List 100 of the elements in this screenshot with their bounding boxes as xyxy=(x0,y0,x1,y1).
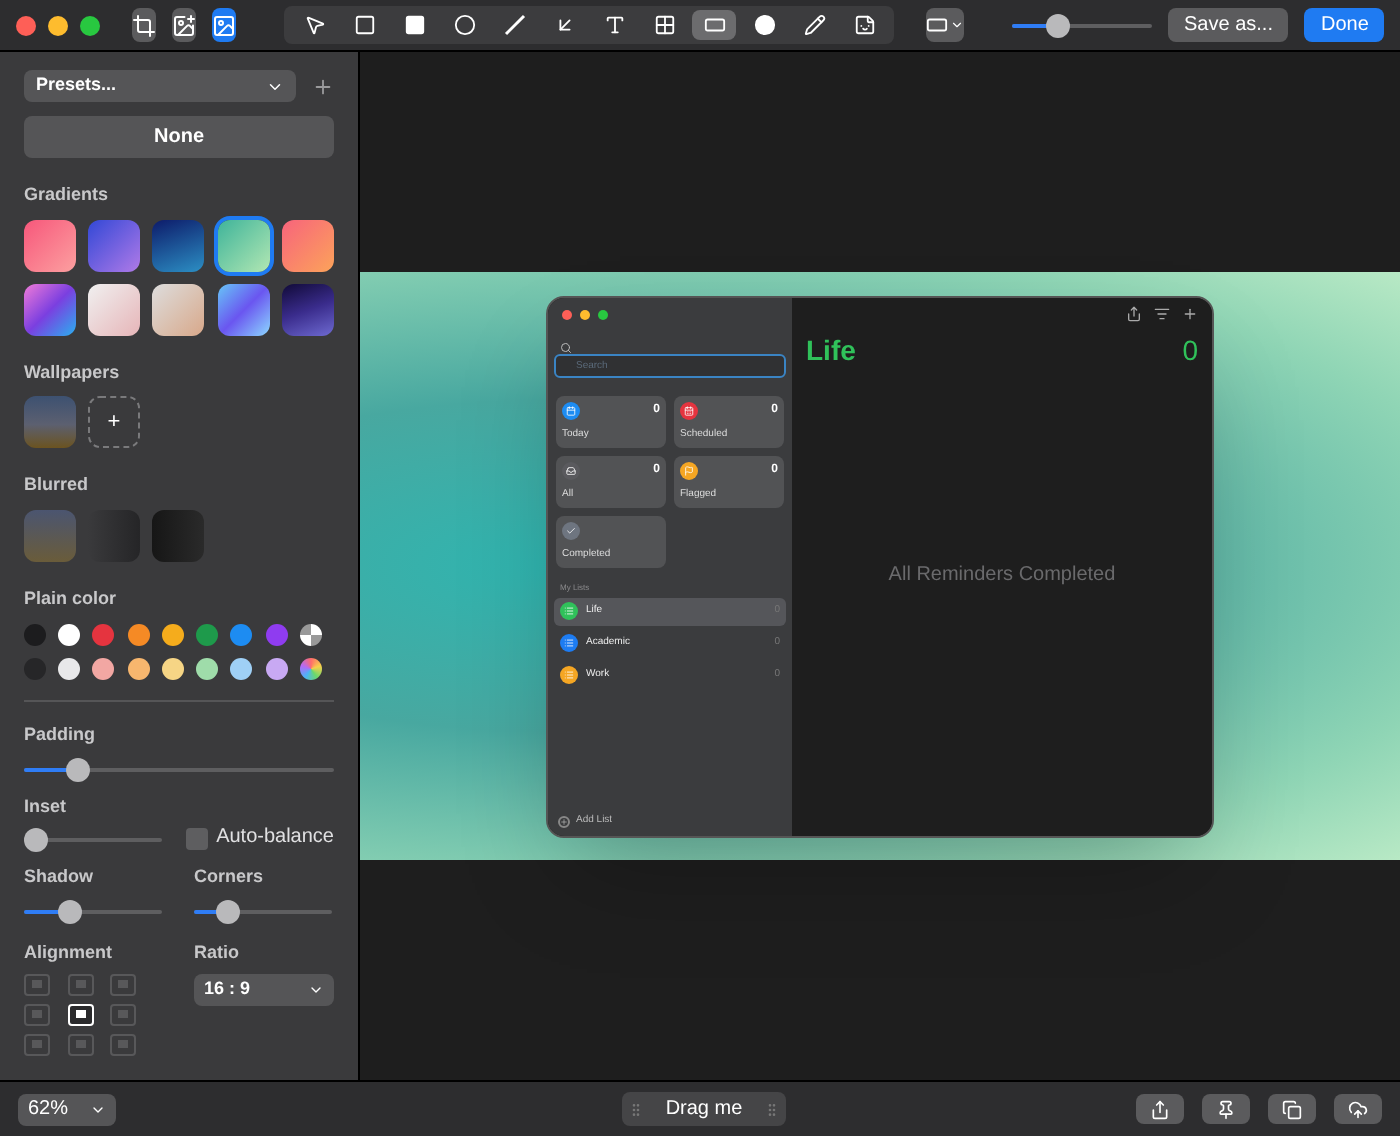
blurred-thumbnail[interactable] xyxy=(24,509,76,561)
slider[interactable] xyxy=(194,899,332,923)
line-icon xyxy=(503,14,525,36)
count: 0 xyxy=(1182,331,1198,369)
section-label: Inset xyxy=(24,793,69,819)
slider[interactable] xyxy=(1012,13,1152,37)
list-icon[interactable] xyxy=(1154,305,1170,321)
wallpaper-thumbnail[interactable] xyxy=(24,396,76,448)
cloud-upload-icon xyxy=(1348,1099,1368,1119)
none-button[interactable]: None xyxy=(24,116,334,158)
presets-dropdown[interactable]: Presets... xyxy=(24,70,296,102)
add-icon[interactable] xyxy=(1182,305,1198,321)
checkbox[interactable] xyxy=(186,828,209,850)
section-label: Ratio xyxy=(194,939,241,965)
color-swatch[interactable] xyxy=(127,658,150,680)
drag-handle[interactable]: Drag me xyxy=(622,1092,786,1126)
list-title: Life xyxy=(806,331,856,369)
add-image-icon xyxy=(172,13,196,37)
grip-icon xyxy=(763,1101,780,1117)
gradient-swatch[interactable] xyxy=(24,219,76,271)
section-label: Alignment xyxy=(24,939,114,966)
checkbox-label: Auto-balance xyxy=(216,824,334,852)
gradient-swatch[interactable] xyxy=(88,283,141,335)
filled-square-icon xyxy=(403,14,425,36)
color-swatch[interactable] xyxy=(230,624,253,646)
slider[interactable] xyxy=(24,828,162,852)
pencil-icon xyxy=(803,14,825,36)
share-icon xyxy=(1150,1099,1170,1119)
color-swatch[interactable] xyxy=(127,624,150,646)
grip-icon xyxy=(628,1101,644,1117)
pin-icon xyxy=(1216,1099,1236,1119)
color-swatch[interactable] xyxy=(265,658,288,680)
color-swatch[interactable] xyxy=(230,658,253,680)
section-label: Blurred xyxy=(24,472,91,498)
action-button[interactable] xyxy=(1268,1094,1316,1124)
circle-icon xyxy=(453,14,475,36)
color-swatch[interactable] xyxy=(92,624,115,646)
color-swatch[interactable] xyxy=(265,624,288,646)
save-button[interactable]: Save as... xyxy=(1168,8,1289,42)
maximize-icon[interactable] xyxy=(598,309,608,319)
zoom-dropdown[interactable]: 62% xyxy=(18,1093,116,1125)
ratio-dropdown[interactable]: 16 : 9 xyxy=(194,974,334,1006)
gradient-swatch[interactable] xyxy=(281,219,334,271)
rectangle-icon xyxy=(703,14,725,36)
minimize-icon[interactable] xyxy=(580,309,590,319)
color-swatch[interactable] xyxy=(299,624,322,646)
copy-icon xyxy=(1282,1099,1302,1119)
image-button[interactable] xyxy=(212,8,236,42)
color-swatch[interactable] xyxy=(161,658,184,680)
gradient-swatch[interactable] xyxy=(152,219,205,271)
color-swatch[interactable] xyxy=(196,658,219,680)
color-swatch[interactable] xyxy=(24,624,46,646)
color-swatch[interactable] xyxy=(299,658,322,680)
gradient-swatch[interactable] xyxy=(152,283,205,335)
add-wallpaper-button[interactable]: + xyxy=(88,396,140,448)
gradient-swatch[interactable] xyxy=(217,219,270,271)
rectangle-icon xyxy=(926,14,948,36)
pointer-icon xyxy=(303,14,325,36)
close-icon[interactable] xyxy=(562,309,572,319)
search-icon xyxy=(560,341,572,353)
section-label: Wallpapers xyxy=(24,359,122,386)
section-label: Padding xyxy=(24,722,97,748)
section-label: Gradients xyxy=(24,182,111,208)
counter-icon xyxy=(753,14,775,36)
section-label: Shadow xyxy=(24,864,96,890)
gradient-swatch[interactable] xyxy=(281,283,334,335)
color-swatch[interactable] xyxy=(92,658,115,680)
gradient-swatch[interactable] xyxy=(24,283,76,335)
maximize-icon[interactable] xyxy=(80,15,100,35)
slider[interactable] xyxy=(24,757,334,781)
add-icon xyxy=(558,815,570,828)
crop-icon xyxy=(132,13,156,37)
section-label: Corners xyxy=(194,864,266,890)
minimize-icon[interactable] xyxy=(48,15,68,35)
grid-icon xyxy=(653,14,675,36)
action-button[interactable] xyxy=(1334,1094,1382,1124)
color-swatch[interactable] xyxy=(58,658,81,680)
gradient-swatch[interactable] xyxy=(217,283,270,335)
shape-dropdown[interactable] xyxy=(926,8,964,42)
text-icon xyxy=(603,14,625,36)
slider[interactable] xyxy=(24,899,162,923)
tool-button[interactable] xyxy=(692,10,736,40)
add-icon[interactable] xyxy=(312,75,334,97)
color-swatch[interactable] xyxy=(161,624,184,646)
close-icon[interactable] xyxy=(16,15,36,35)
arrow-icon xyxy=(553,14,575,36)
done-button[interactable]: Done xyxy=(1304,8,1385,42)
add-image-button[interactable] xyxy=(172,8,196,42)
blurred-thumbnail[interactable] xyxy=(152,509,204,561)
action-button[interactable] xyxy=(1136,1094,1184,1124)
color-swatch[interactable] xyxy=(58,624,81,646)
gradient-swatch[interactable] xyxy=(88,219,141,271)
square-icon xyxy=(353,14,375,36)
color-swatch[interactable] xyxy=(196,624,219,646)
empty-message: All Reminders Completed xyxy=(888,562,1116,590)
crop-button[interactable] xyxy=(132,8,156,42)
sticker-icon xyxy=(853,14,875,36)
share-icon[interactable] xyxy=(1126,305,1142,321)
section-label: Plain color xyxy=(24,585,119,611)
action-button[interactable] xyxy=(1202,1094,1250,1124)
